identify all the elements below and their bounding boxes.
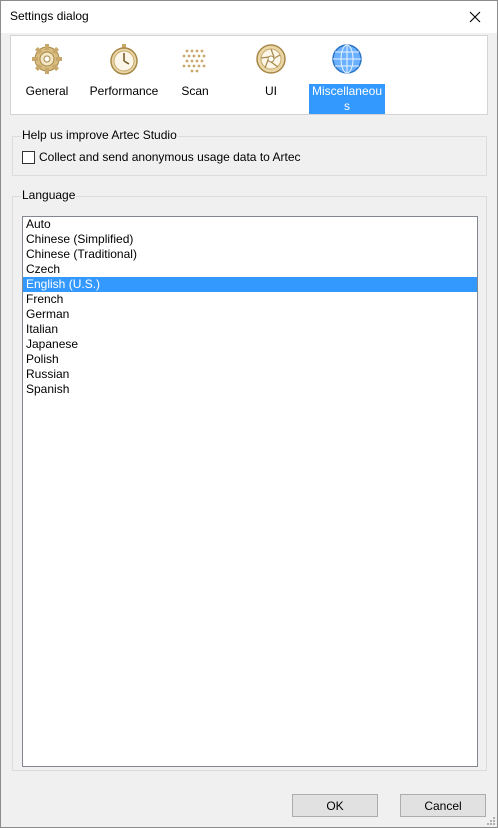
language-option[interactable]: Japanese <box>23 337 477 352</box>
language-option[interactable]: Italian <box>23 322 477 337</box>
gear-icon <box>32 44 62 74</box>
tab-performance[interactable]: Performance <box>85 42 163 99</box>
language-option[interactable]: Chinese (Traditional) <box>23 247 477 262</box>
language-option-selected[interactable]: English (U.S.) <box>23 277 477 292</box>
tab-ui-label: UI <box>265 84 277 98</box>
close-icon <box>469 11 481 23</box>
tab-miscellaneous-label-line2: s <box>344 99 350 113</box>
cancel-button[interactable]: Cancel <box>400 794 486 817</box>
usage-data-checkbox[interactable] <box>22 150 35 164</box>
tab-performance-label: Performance <box>89 84 159 98</box>
ok-button[interactable]: OK <box>292 794 378 817</box>
help-group-title: Help us improve Artec Studio <box>21 128 178 142</box>
tab-miscellaneous[interactable]: Miscellaneou s <box>309 42 385 114</box>
language-option[interactable]: Spanish <box>23 382 477 397</box>
language-group-title: Language <box>21 188 77 202</box>
window-title: Settings dialog <box>10 9 89 23</box>
help-improve-group: Help us improve Artec Studio Collect and… <box>12 128 487 176</box>
resize-grip-icon[interactable] <box>485 815 495 825</box>
settings-category-toolbar: General Performance Scan UI Miscellaneou… <box>10 35 488 115</box>
tab-miscellaneous-label-line1: Miscellaneou <box>311 84 383 98</box>
stopwatch-icon <box>110 44 138 75</box>
dots-grid-icon <box>182 49 206 73</box>
usage-data-checkbox-row[interactable]: Collect and send anonymous usage data to… <box>22 150 301 164</box>
title-bar[interactable]: Settings dialog <box>1 1 497 33</box>
settings-dialog: Settings dialog General Performance Scan… <box>0 0 498 828</box>
tab-scan[interactable]: Scan <box>175 42 215 99</box>
aperture-icon <box>256 44 286 74</box>
close-button[interactable] <box>453 1 497 33</box>
language-option[interactable]: Polish <box>23 352 477 367</box>
language-option[interactable]: German <box>23 307 477 322</box>
usage-data-checkbox-label: Collect and send anonymous usage data to… <box>39 150 301 164</box>
language-listbox[interactable]: Auto Chinese (Simplified) Chinese (Tradi… <box>22 216 478 767</box>
language-option[interactable]: French <box>23 292 477 307</box>
tab-general[interactable]: General <box>21 42 73 99</box>
tab-general-label: General <box>25 84 69 98</box>
dialog-content: General Performance Scan UI Miscellaneou… <box>1 33 497 827</box>
language-option[interactable]: Russian <box>23 367 477 382</box>
language-option[interactable]: Auto <box>23 217 477 232</box>
tab-ui[interactable]: UI <box>251 42 291 99</box>
tab-miscellaneous-label: Miscellaneou s <box>309 84 385 114</box>
globe-icon <box>332 44 362 74</box>
tab-scan-label: Scan <box>181 84 209 98</box>
language-option[interactable]: Czech <box>23 262 477 277</box>
language-group: Language Auto Chinese (Simplified) Chine… <box>12 188 487 771</box>
language-option[interactable]: Chinese (Simplified) <box>23 232 477 247</box>
